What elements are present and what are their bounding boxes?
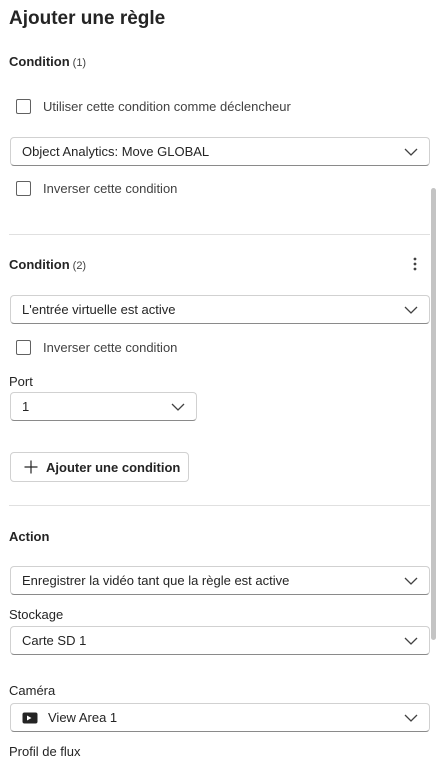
condition-2-label: Condition xyxy=(9,257,70,272)
chevron-down-icon xyxy=(403,633,419,649)
chevron-down-icon xyxy=(170,399,186,415)
divider xyxy=(9,234,430,235)
condition-2-invert-row[interactable]: Inverser cette condition xyxy=(16,338,177,356)
trigger-checkbox[interactable] xyxy=(16,98,31,114)
condition-1-count: (1) xyxy=(72,57,87,69)
camera-label: Caméra xyxy=(9,683,56,698)
add-rule-panel: Ajouter une règle Condition (1) Utiliser … xyxy=(0,0,443,758)
port-select-value: 1 xyxy=(22,399,30,414)
condition-1-header: Condition (1) xyxy=(9,54,86,69)
condition-2-invert-checkbox[interactable] xyxy=(16,339,31,355)
condition-1-invert-checkbox[interactable] xyxy=(16,180,31,196)
chevron-down-icon xyxy=(403,302,419,318)
divider xyxy=(9,505,430,506)
action-select[interactable]: Enregistrer la vidéo tant que la règle e… xyxy=(10,566,430,595)
add-condition-label: Ajouter une condition xyxy=(46,459,181,475)
condition-1-invert-row[interactable]: Inverser cette condition xyxy=(16,179,177,197)
condition-2-select[interactable]: L'entrée virtuelle est active xyxy=(10,295,430,324)
action-header: Action xyxy=(9,529,50,544)
page-title: Ajouter une règle xyxy=(9,8,166,29)
chevron-down-icon xyxy=(403,710,419,726)
condition-1-select-value: Object Analytics: Move GLOBAL xyxy=(22,144,210,159)
storage-select-value: Carte SD 1 xyxy=(22,633,87,648)
storage-select[interactable]: Carte SD 1 xyxy=(10,626,430,655)
trigger-checkbox-row[interactable]: Utiliser cette condition comme déclenche… xyxy=(16,97,291,115)
stream-profile-label: Profil de flux xyxy=(9,744,81,758)
condition-2-header: Condition (2) xyxy=(9,257,86,272)
add-condition-button[interactable]: Ajouter une condition xyxy=(10,452,189,482)
condition-2-count: (2) xyxy=(72,260,87,272)
storage-label: Stockage xyxy=(9,607,64,622)
camera-icon xyxy=(22,712,38,724)
condition-1-select[interactable]: Object Analytics: Move GLOBAL xyxy=(10,137,430,166)
scrollbar[interactable] xyxy=(431,188,436,640)
more-vertical-icon[interactable] xyxy=(408,255,422,273)
condition-1-label: Condition xyxy=(9,54,70,69)
chevron-down-icon xyxy=(403,573,419,589)
chevron-down-icon xyxy=(403,144,419,160)
plus-icon xyxy=(24,460,38,474)
port-select[interactable]: 1 xyxy=(10,392,197,421)
condition-2-invert-label: Inverser cette condition xyxy=(43,339,178,355)
condition-1-invert-label: Inverser cette condition xyxy=(43,180,178,196)
trigger-checkbox-label: Utiliser cette condition comme déclenche… xyxy=(43,98,291,114)
port-label: Port xyxy=(9,374,33,389)
camera-select[interactable]: View Area 1 xyxy=(10,703,430,732)
action-select-value: Enregistrer la vidéo tant que la règle e… xyxy=(22,573,290,588)
camera-select-value: View Area 1 xyxy=(48,710,118,725)
condition-2-select-value: L'entrée virtuelle est active xyxy=(22,302,176,317)
